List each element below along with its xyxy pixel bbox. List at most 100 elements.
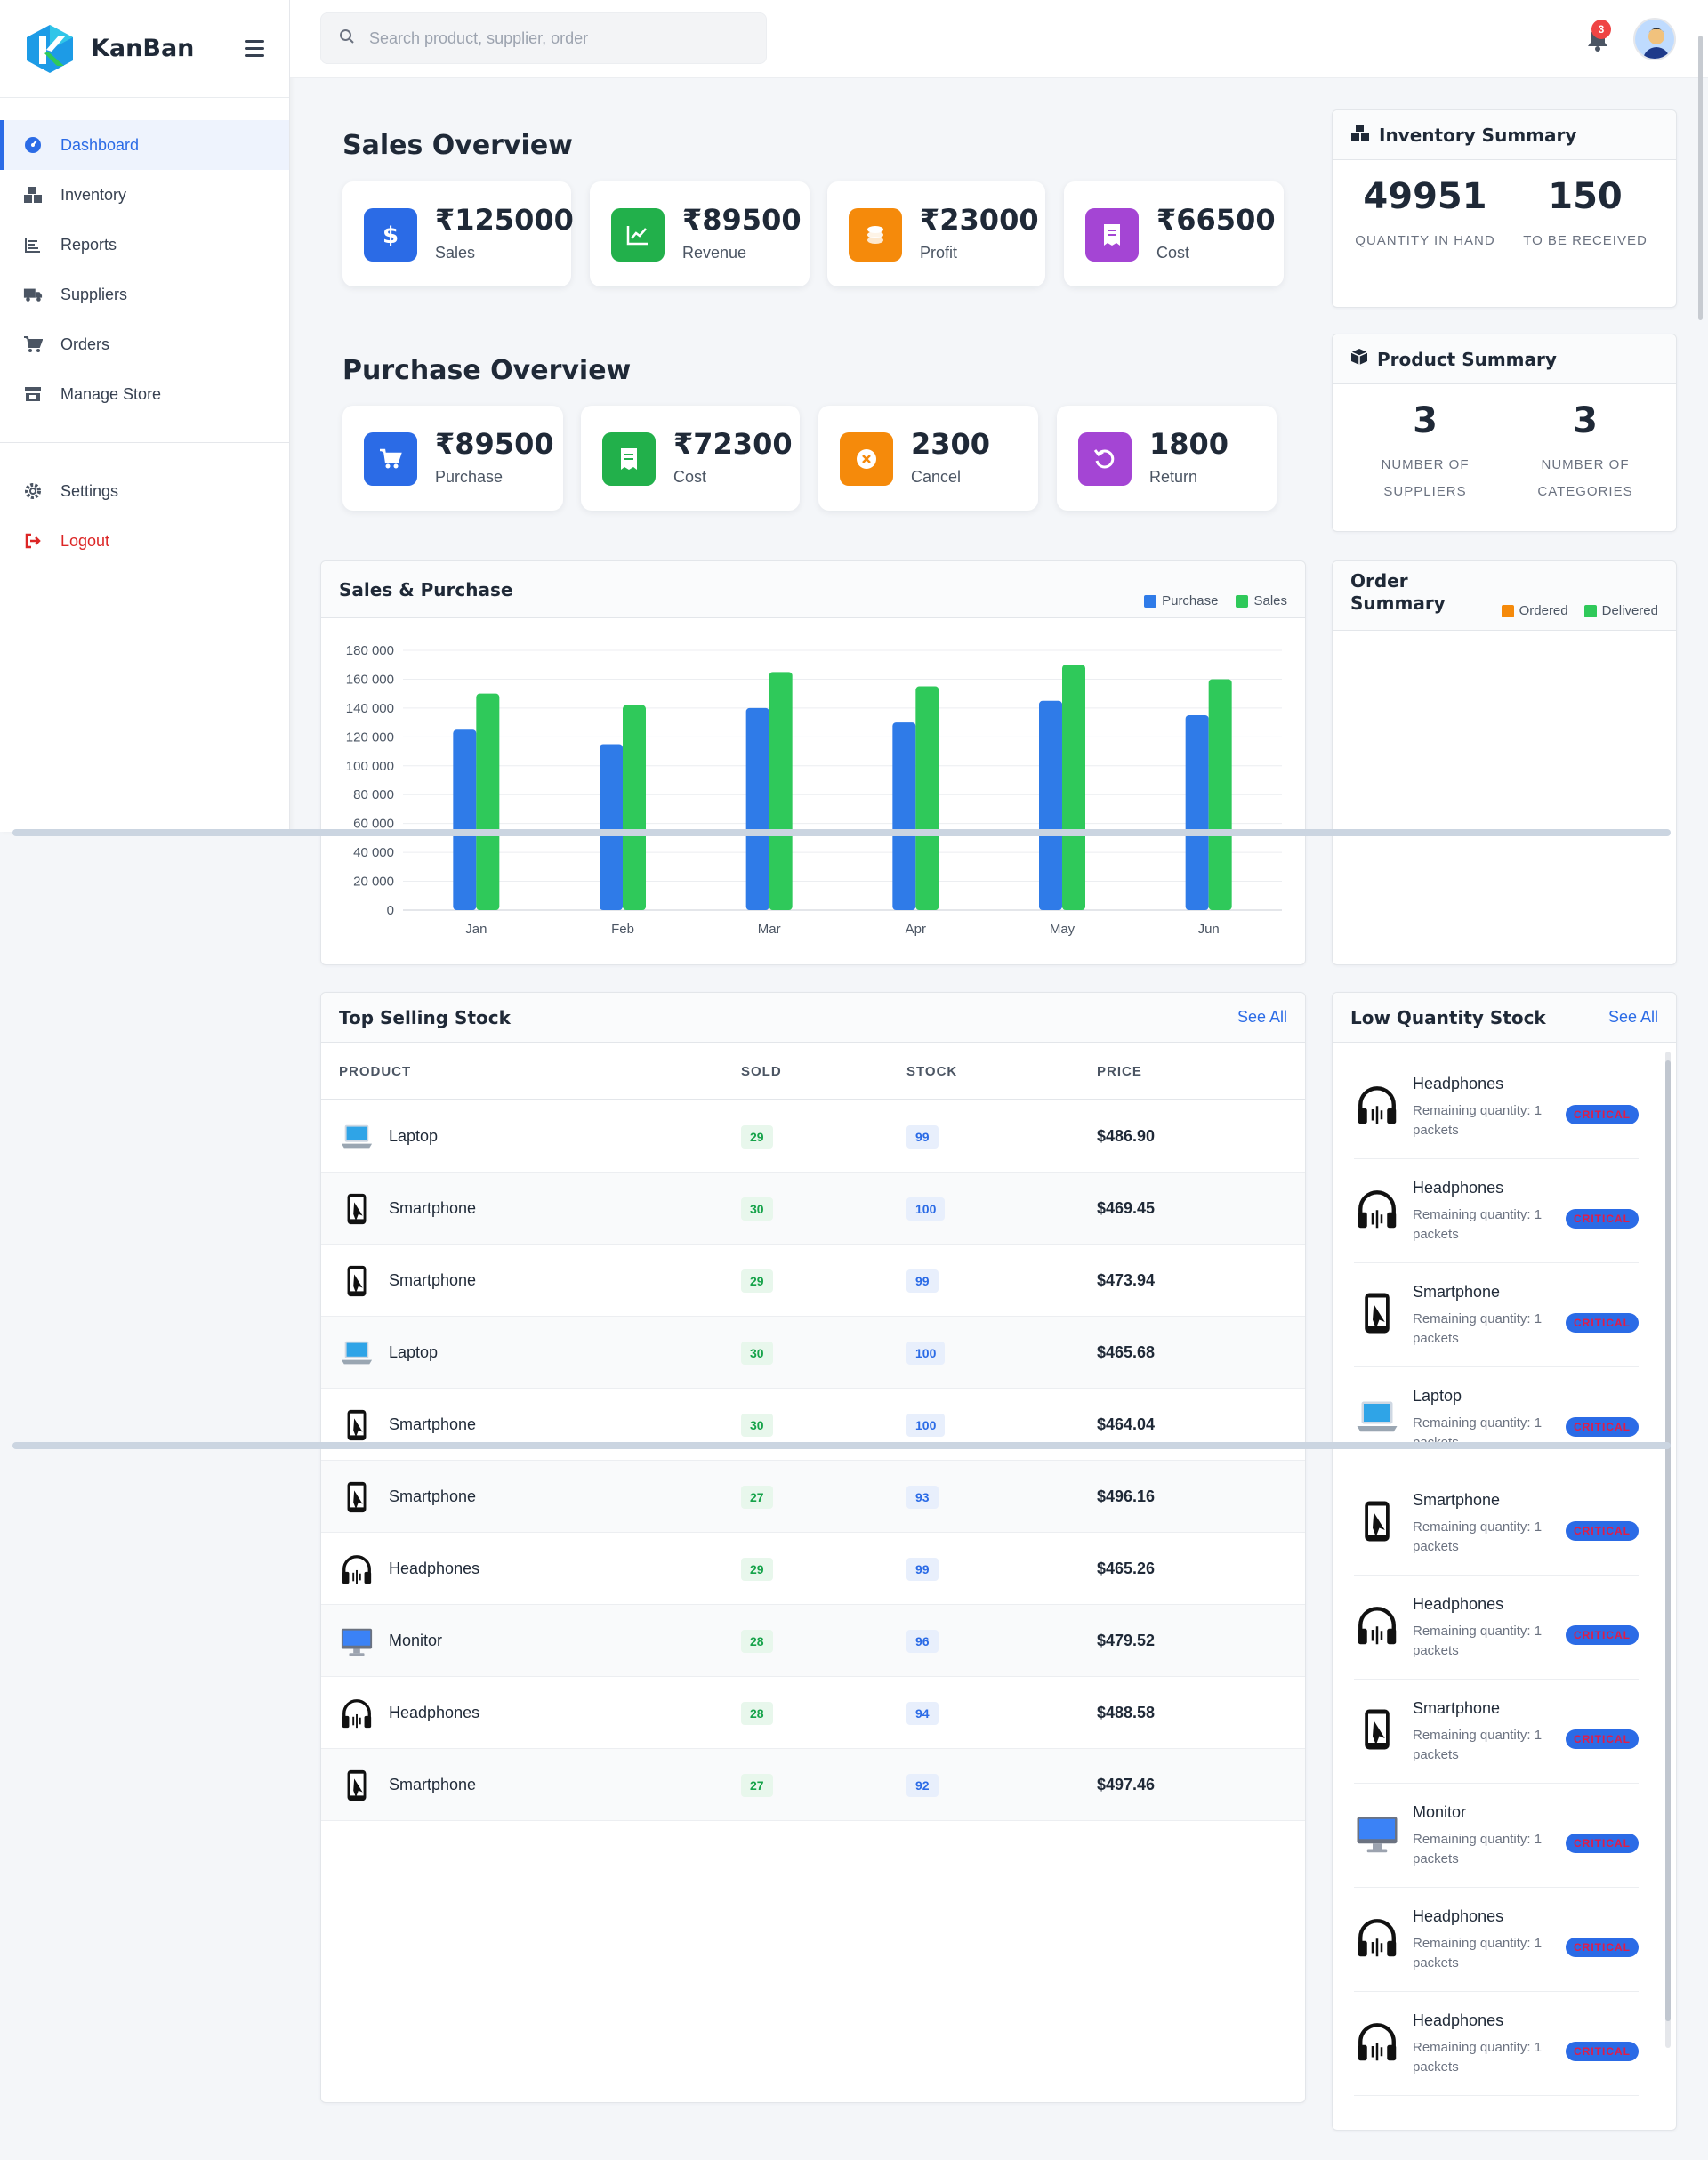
column-header-sold[interactable]: SOLD <box>741 1064 782 1079</box>
table-row[interactable]: Smartphone 27 92 $497.46 <box>321 1749 1305 1821</box>
stat-card-return[interactable]: 1800 Return <box>1057 406 1277 511</box>
stat-card-cancel[interactable]: 2300 Cancel <box>818 406 1038 511</box>
sales-overview-title: Sales Overview <box>342 130 573 161</box>
horizontal-scrollbar[interactable] <box>12 1442 1671 1449</box>
smartphone-icon <box>1354 1706 1400 1753</box>
product-name: Headphones <box>389 1560 480 1577</box>
table-row[interactable]: Monitor 28 96 $479.52 <box>321 1605 1305 1677</box>
page-scrollbar[interactable] <box>1698 0 1705 2160</box>
bar-sales-apr <box>915 686 939 910</box>
stat-card-purchase[interactable]: ₹89500 Purchase <box>342 406 563 511</box>
item-name: Laptop <box>1413 1387 1462 1405</box>
price: $465.68 <box>1097 1343 1156 1361</box>
chart-line-icon <box>611 208 665 262</box>
scrollbar-track[interactable] <box>1665 1052 1671 2048</box>
sidebar-item-settings[interactable]: Settings <box>0 466 289 516</box>
table-row[interactable]: Smartphone 27 93 $496.16 <box>321 1461 1305 1533</box>
panel-title: Product Summary <box>1377 348 1557 370</box>
panel-header: Inventory Summary <box>1333 110 1676 160</box>
stat-card-sales[interactable]: $ ₹125000 Sales <box>342 181 574 286</box>
list-item[interactable]: Headphones Remaining quantity: 1 packets… <box>1354 1576 1639 1680</box>
smartphone-icon <box>339 1263 375 1299</box>
column-header-stock[interactable]: STOCK <box>906 1064 957 1079</box>
sidebar-item-label: Inventory <box>60 185 127 204</box>
list-item[interactable]: Monitor Remaining quantity: 1 packets CR… <box>1354 1784 1639 1888</box>
x-tick-label: May <box>1050 922 1076 937</box>
inventory-summary-panel: Inventory Summary 49951 QUANTITY IN HAND… <box>1332 109 1677 308</box>
column-header-price[interactable]: PRICE <box>1097 1064 1142 1079</box>
y-tick-label: 180 000 <box>346 643 394 658</box>
list-item[interactable]: Headphones Remaining quantity: 1 packets… <box>1354 1992 1639 2096</box>
table-row[interactable]: Smartphone 30 100 $469.45 <box>321 1173 1305 1245</box>
purchase-overview-title: Purchase Overview <box>342 355 632 386</box>
y-tick-label: 140 000 <box>346 701 394 716</box>
table-row[interactable]: Smartphone 30 100 $464.04 <box>321 1389 1305 1461</box>
bar-sales-mar <box>769 672 793 910</box>
sidebar-item-logout[interactable]: Logout <box>0 516 289 566</box>
stat-value: ₹125000 <box>435 203 574 237</box>
sidebar-item-suppliers[interactable]: Suppliers <box>0 270 289 319</box>
list-item[interactable]: Smartphone Remaining quantity: 1 packets… <box>1354 1680 1639 1784</box>
list-item[interactable]: Laptop Remaining quantity: 1 packets CRI… <box>1354 1367 1639 1471</box>
list-item[interactable]: Headphones Remaining quantity: 1 packets… <box>1354 1055 1639 1159</box>
sales-purchase-panel: Sales & Purchase Purchase Sales 0 20 000 4… <box>320 560 1306 965</box>
sidebar-item-orders[interactable]: Orders <box>0 319 289 369</box>
y-tick-label: 160 000 <box>346 672 394 687</box>
status-badge: CRITICAL <box>1566 1209 1639 1229</box>
see-all-link[interactable]: See All <box>1608 1008 1658 1027</box>
stat-label: Return <box>1149 468 1198 486</box>
sold-badge: 28 <box>741 1630 773 1653</box>
cancel-icon <box>840 432 893 486</box>
list-item[interactable]: Smartphone Remaining quantity: 1 packets… <box>1354 1263 1639 1367</box>
legend-item-delivered[interactable]: Delivered <box>1583 603 1658 618</box>
page-scrollbar-thumb[interactable] <box>1698 36 1703 320</box>
see-all-link[interactable]: See All <box>1237 1008 1287 1027</box>
sidebar-item-inventory[interactable]: Inventory <box>0 170 289 220</box>
price: $488.58 <box>1097 1704 1156 1721</box>
summary-label: TO BE RECEIVED <box>1523 233 1648 248</box>
list-item[interactable]: Smartphone Remaining quantity: 1 packets… <box>1354 1471 1639 1576</box>
sidebar-item-dashboard[interactable]: Dashboard <box>0 120 289 170</box>
menu-toggle-icon[interactable] <box>245 40 264 57</box>
legend-item-purchase[interactable]: Purchase <box>1144 593 1218 609</box>
search-input[interactable] <box>369 28 725 48</box>
legend-item-ordered[interactable]: Ordered <box>1501 603 1568 618</box>
price: $479.52 <box>1097 1632 1156 1649</box>
column-header-product[interactable]: PRODUCT <box>339 1064 411 1079</box>
sidebar-item-reports[interactable]: Reports <box>0 220 289 270</box>
stat-card-revenue[interactable]: ₹89500 Revenue <box>590 181 810 286</box>
smartphone-icon <box>339 1479 375 1515</box>
item-name: Headphones <box>1413 1179 1504 1197</box>
legend-item-sales[interactable]: Sales <box>1236 593 1287 609</box>
table-row[interactable]: Laptop 29 99 $486.90 <box>321 1100 1305 1173</box>
stat-card-purchase-cost[interactable]: ₹72300 Cost <box>581 406 800 511</box>
table-row[interactable]: Smartphone 29 99 $473.94 <box>321 1245 1305 1317</box>
y-tick-label: 100 000 <box>346 759 394 774</box>
stat-value: ₹66500 <box>1156 203 1276 237</box>
kanban-logo-icon[interactable] <box>25 23 75 75</box>
search-bar[interactable] <box>320 12 767 64</box>
stat-card-profit[interactable]: ₹23000 Profit <box>827 181 1045 286</box>
status-badge: CRITICAL <box>1566 1834 1639 1853</box>
table-row[interactable]: Laptop 30 100 $465.68 <box>321 1317 1305 1389</box>
price: $465.26 <box>1097 1560 1156 1577</box>
table-row[interactable]: Headphones 28 94 $488.58 <box>321 1677 1305 1749</box>
headphones-icon <box>1354 2019 1400 2065</box>
scrollbar-thumb[interactable] <box>1665 1060 1671 2021</box>
laptop-icon <box>1354 1394 1400 1440</box>
status-badge: CRITICAL <box>1566 2042 1639 2061</box>
item-name: Headphones <box>1413 1595 1504 1613</box>
avatar[interactable] <box>1633 18 1676 60</box>
sidebar-divider <box>0 442 289 443</box>
sold-badge: 30 <box>741 1414 773 1437</box>
list-item[interactable]: Headphones Remaining quantity: 1 packets… <box>1354 1159 1639 1263</box>
table-row[interactable]: Headphones 29 99 $465.26 <box>321 1533 1305 1605</box>
svg-text:$: $ <box>383 222 399 248</box>
stat-card-cost[interactable]: ₹66500 Cost <box>1064 181 1284 286</box>
remaining-text: Remaining quantity: 1 packets <box>1413 1207 1543 1242</box>
horizontal-scrollbar[interactable] <box>12 829 1671 836</box>
reports-icon <box>23 235 43 254</box>
stat-label: Cancel <box>911 468 962 486</box>
list-item[interactable]: Headphones Remaining quantity: 1 packets… <box>1354 1888 1639 1992</box>
sidebar-item-manage-store[interactable]: Manage Store <box>0 369 289 419</box>
